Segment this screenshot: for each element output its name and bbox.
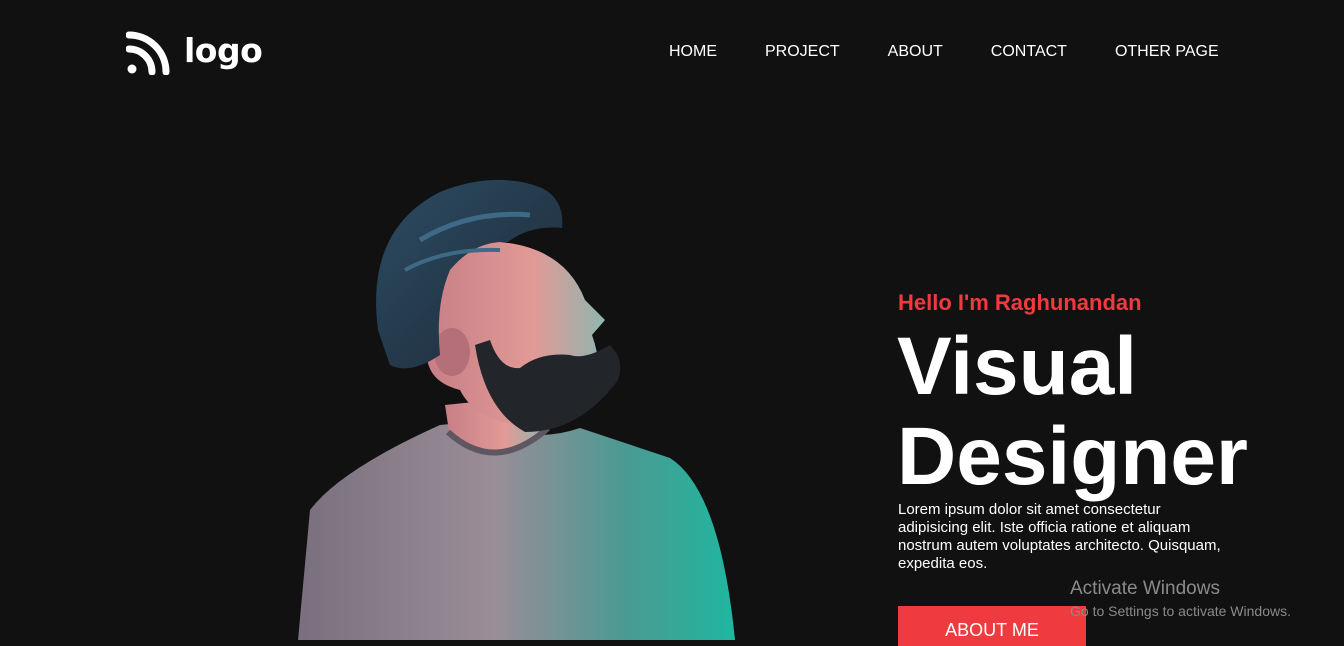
watermark-subtitle: Go to Settings to activate Windows. xyxy=(1070,603,1291,619)
site-logo[interactable]: logo xyxy=(126,29,263,75)
activate-windows-watermark: Activate Windows Go to Settings to activ… xyxy=(1070,578,1291,620)
watermark-title: Activate Windows xyxy=(1070,578,1220,599)
hero-title-line-1: Visual xyxy=(897,321,1138,412)
nav-contact[interactable]: CONTACT xyxy=(991,43,1067,61)
nav-home[interactable]: HOME xyxy=(669,43,717,61)
logo-text: logo xyxy=(184,30,263,70)
nav-project[interactable]: PROJECT xyxy=(765,43,840,61)
hero-title-line-2: Designer xyxy=(897,411,1248,502)
hero-title: Visual Designer xyxy=(897,322,1248,502)
main-nav: HOME PROJECT ABOUT CONTACT OTHER PAGE xyxy=(669,43,1219,61)
hero-description: Lorem ipsum dolor sit amet consectetur a… xyxy=(898,501,1221,572)
nav-about[interactable]: ABOUT xyxy=(888,43,943,61)
hero-greeting: Hello I'm Raghunandan xyxy=(898,290,1142,315)
about-me-button[interactable]: ABOUT ME xyxy=(898,606,1086,646)
rss-feed-icon xyxy=(126,31,170,75)
portrait-photo xyxy=(298,179,735,640)
nav-other-page[interactable]: OTHER PAGE xyxy=(1115,43,1219,61)
